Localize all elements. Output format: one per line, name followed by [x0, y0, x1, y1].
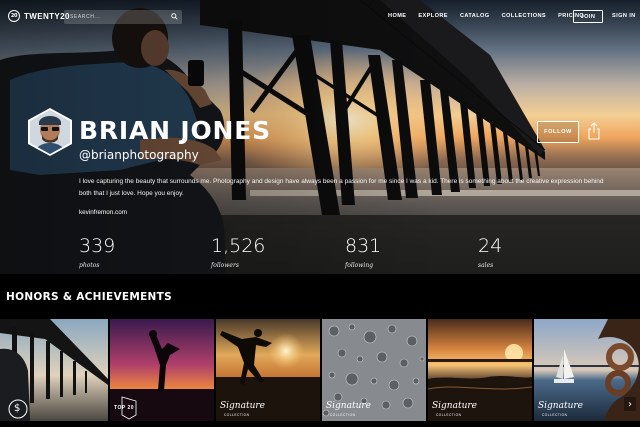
- top-nav: 20 TWENTY20 HOME EXPLORE CATALOG COLLECT…: [0, 0, 640, 34]
- nav-link-explore[interactable]: EXPLORE: [418, 13, 448, 19]
- stat-value: 339: [79, 235, 116, 257]
- honors-title: HONORS & ACHIEVEMENTS: [6, 291, 172, 303]
- signature-badge-text: Signature: [538, 401, 584, 411]
- search-input[interactable]: [64, 10, 182, 24]
- signature-badge-text: Signature: [326, 401, 372, 411]
- logo-text: TWENTY20: [24, 11, 70, 21]
- join-button[interactable]: JOIN: [573, 10, 603, 23]
- nav-link-home[interactable]: HOME: [388, 13, 406, 19]
- stat-followers[interactable]: 1,526 followers: [211, 234, 265, 269]
- nav-link-collections[interactable]: COLLECTIONS: [502, 13, 547, 19]
- avatar[interactable]: [27, 108, 73, 156]
- profile-bio: I love capturing the beauty that surroun…: [79, 178, 604, 197]
- stat-following[interactable]: 831 following: [345, 234, 381, 269]
- honor-tile-sales[interactable]: $: [0, 319, 108, 421]
- profile-handle: @brianphotography: [79, 148, 199, 162]
- signature-badge-sub: COLLECTION: [224, 413, 250, 417]
- stat-label: sales: [478, 262, 494, 269]
- honor-tile-signature-2[interactable]: Signature COLLECTION: [322, 319, 426, 421]
- stat-value: 24: [478, 235, 503, 257]
- signature-badge-sub: COLLECTION: [330, 413, 356, 417]
- logo-mark-icon: 20: [8, 10, 20, 22]
- stat-value: 1,526: [211, 235, 266, 257]
- site-logo[interactable]: 20 TWENTY20: [8, 10, 70, 22]
- honors-strip: $ TOP 20 Signature COLLECTION Signature …: [0, 319, 640, 421]
- stat-label: followers: [211, 262, 239, 269]
- signature-badge-sub: COLLECTION: [436, 413, 462, 417]
- signature-badge-sub: COLLECTION: [542, 413, 568, 417]
- honors-next-button[interactable]: ›: [624, 397, 636, 411]
- stat-label: following: [345, 262, 374, 269]
- sign-in-link[interactable]: SIGN IN: [612, 13, 636, 19]
- honor-tile-signature-3[interactable]: Signature COLLECTION: [428, 319, 532, 421]
- top20-badge-text: TOP 20: [114, 405, 135, 411]
- signature-badge-text: Signature: [220, 401, 266, 411]
- share-icon[interactable]: [587, 122, 601, 140]
- chevron-right-icon: ›: [628, 398, 632, 410]
- nav-links: HOME EXPLORE CATALOG COLLECTIONS PRICING: [388, 13, 596, 19]
- profile-website-link[interactable]: kevinfremon.com: [79, 209, 127, 216]
- sales-badge-icon: $: [14, 403, 21, 414]
- avatar-image: [28, 108, 72, 156]
- stat-label: photos: [79, 262, 100, 269]
- follow-button[interactable]: FOLLOW: [537, 121, 579, 143]
- stat-photos[interactable]: 339 photos: [79, 234, 115, 269]
- signature-badge-text: Signature: [432, 401, 478, 411]
- honor-tile-top20[interactable]: TOP 20: [110, 319, 214, 421]
- profile-name: BRIAN JONES: [79, 116, 271, 145]
- search-icon[interactable]: [171, 13, 178, 20]
- honor-tile-signature-1[interactable]: Signature COLLECTION: [216, 319, 320, 421]
- nav-link-catalog[interactable]: CATALOG: [460, 13, 490, 19]
- stat-value: 831: [345, 235, 382, 257]
- stat-sales[interactable]: 24 sales: [478, 234, 502, 269]
